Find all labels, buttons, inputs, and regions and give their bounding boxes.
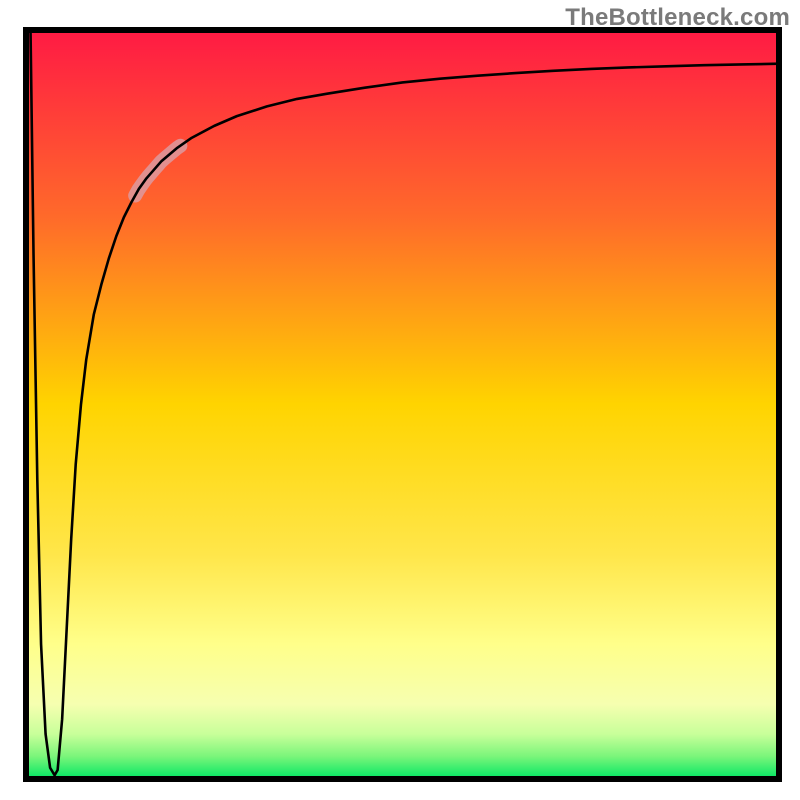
bottleneck-chart: [0, 0, 800, 800]
plot-background: [26, 30, 779, 779]
chart-container: TheBottleneck.com: [0, 0, 800, 800]
